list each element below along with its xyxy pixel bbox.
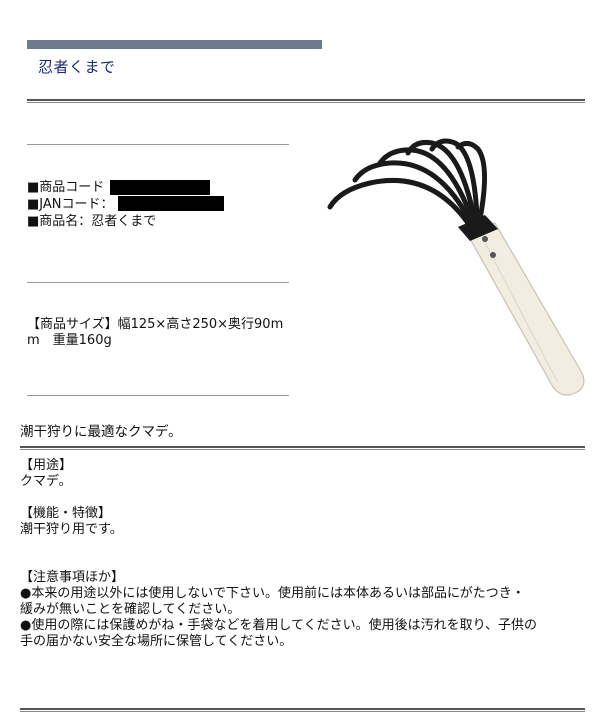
usage-text: クマデ。	[20, 474, 72, 489]
redacted-product-code	[110, 180, 210, 195]
footer-divider	[20, 708, 585, 712]
page-title: 忍者くまで	[38, 58, 116, 76]
title-accent-bar	[27, 40, 322, 49]
rake-product-image	[327, 138, 585, 396]
tagline-divider	[20, 446, 585, 450]
caution-heading: 【注意事項ほか】	[20, 570, 125, 585]
redacted-jan-code	[118, 196, 224, 211]
product-name: ■商品名：忍者くまで	[27, 214, 157, 229]
product-code-label: ■商品コード	[27, 180, 105, 195]
feature-heading: 【機能・特徴】	[20, 506, 112, 521]
header-divider	[27, 99, 585, 103]
rake-tines	[327, 138, 488, 232]
caution-line-2a: ●使用の際には保護めがね・手袋などを着用してください。使用後は汚れを取り、子供の	[20, 618, 538, 633]
rake-handle	[458, 215, 585, 396]
info-middle-divider	[27, 282, 289, 283]
jan-code-label: ■JANコード：	[27, 197, 114, 212]
info-bottom-divider	[27, 395, 289, 396]
caution-line-1a: ●本来の用途以外には使用しないで下さい。使用前には本体あるいは部品にがたつき・	[20, 586, 525, 601]
feature-text: 潮干狩り用です。	[20, 522, 123, 537]
size-line-2: m 重量160g	[27, 333, 112, 348]
usage-heading: 【用途】	[20, 458, 73, 473]
size-line-1: 【商品サイズ】幅125×高さ250×奥行90m	[27, 317, 284, 332]
caution-line-1b: 緩みが無いことを確認してください。	[20, 602, 241, 617]
tagline: 潮干狩りに最適なクマデ。	[20, 424, 182, 440]
info-top-divider	[27, 144, 289, 145]
caution-line-2b: 手の届かない安全な場所に保管してください。	[20, 634, 293, 649]
